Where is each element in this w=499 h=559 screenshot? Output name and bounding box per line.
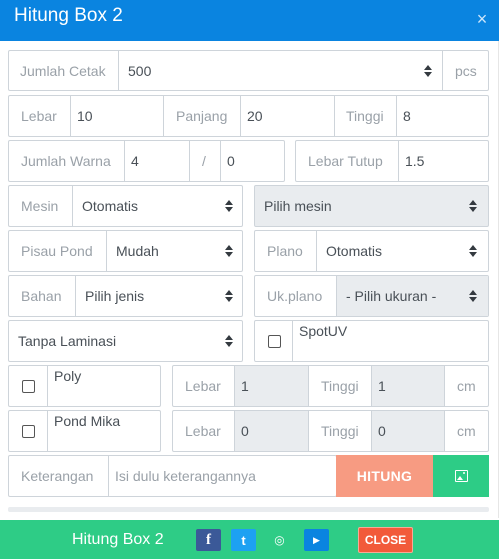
footer-title: Hitung Box 2: [72, 531, 164, 548]
dimension-group: Lebar 10 Panjang 20 Tinggi 8: [8, 95, 489, 137]
spotuv-checkbox[interactable]: [268, 335, 281, 348]
tinggi-label: Tinggi: [346, 108, 384, 124]
pilih-mesin-select[interactable]: Pilih mesin: [254, 185, 489, 227]
plano-select[interactable]: Otomatis: [326, 231, 382, 271]
poly-lebar-input[interactable]: 1: [241, 366, 249, 406]
modal-header: Hitung Box 2 ×: [0, 0, 499, 41]
close-button[interactable]: CLOSE: [358, 527, 413, 553]
poly-unit: cm: [457, 378, 476, 394]
lebar-label: Lebar: [21, 108, 57, 124]
bahan-group: Bahan Pilih jenis: [8, 275, 243, 317]
pond-mika-lebar-input[interactable]: 0: [241, 411, 249, 451]
lebar-tutup-group: Lebar Tutup 1.5: [295, 140, 489, 182]
pond-mika-tinggi-input[interactable]: 0: [378, 411, 386, 451]
tinggi-input[interactable]: 8: [403, 96, 411, 136]
pond-mika-checkbox[interactable]: [22, 425, 35, 438]
select-caret-icon: [469, 245, 477, 257]
spotuv-label: SpotUV: [299, 323, 348, 339]
laminasi-select[interactable]: Tanpa Laminasi: [8, 320, 243, 362]
plano-label: Plano: [267, 243, 303, 259]
pond-mika-size-group: Lebar 0 Tinggi 0 cm: [172, 410, 489, 452]
select-caret-icon: [225, 290, 233, 302]
spotuv-group: SpotUV: [254, 320, 489, 362]
keterangan-group: Keterangan Isi dulu keterangannya: [8, 455, 337, 497]
mesin-select[interactable]: Otomatis: [82, 186, 138, 226]
jumlah-cetak-select[interactable]: 500: [128, 51, 151, 90]
select-caret-icon: [469, 290, 477, 302]
poly-size-group: Lebar 1 Tinggi 1 cm: [172, 365, 489, 407]
laminasi-value: Tanpa Laminasi: [18, 333, 117, 349]
select-caret-icon: [469, 200, 477, 212]
pisau-pond-label: Pisau Pond: [21, 243, 93, 259]
panjang-input[interactable]: 20: [247, 96, 263, 136]
pond-mika-unit: cm: [457, 423, 476, 439]
mesin-label: Mesin: [21, 198, 59, 214]
plano-group: Plano Otomatis: [254, 230, 489, 272]
jumlah-cetak-unit: pcs: [455, 62, 477, 79]
select-caret-icon: [225, 335, 233, 347]
close-icon[interactable]: ×: [475, 10, 489, 28]
bahan-label: Bahan: [21, 288, 62, 304]
poly-tinggi-label: Tinggi: [321, 378, 359, 394]
jumlah-warna-input-2[interactable]: 0: [227, 141, 235, 181]
panjang-label: Panjang: [176, 108, 228, 124]
jumlah-warna-label: Jumlah Warna: [21, 153, 111, 169]
poly-lebar-label: Lebar: [185, 378, 221, 394]
lebar-input[interactable]: 10: [77, 96, 93, 136]
pond-mika-label: Pond Mika: [54, 413, 121, 429]
mesin-group: Mesin Otomatis: [8, 185, 243, 227]
select-caret-icon: [424, 64, 432, 77]
select-caret-icon: [225, 200, 233, 212]
uk-plano-label: Uk.plano: [267, 288, 323, 304]
lebar-tutup-input[interactable]: 1.5: [405, 141, 424, 181]
jumlah-warna-input-1[interactable]: 4: [131, 141, 139, 181]
pond-mika-group: Pond Mika: [8, 410, 161, 452]
bahan-select[interactable]: Pilih jenis: [85, 276, 144, 316]
poly-tinggi-input[interactable]: 1: [378, 366, 386, 406]
poly-label: Poly: [54, 368, 82, 384]
image-button[interactable]: [433, 455, 489, 497]
jumlah-cetak-label: Jumlah Cetak: [20, 62, 106, 79]
horizontal-scrollbar[interactable]: [8, 507, 489, 512]
facebook-icon[interactable]: f: [196, 529, 221, 551]
jumlah-warna-group: Jumlah Warna 4 / 0: [8, 140, 285, 182]
modal-footer: Hitung Box 2 f t ◎ ▶ CLOSE: [0, 520, 499, 559]
youtube-icon[interactable]: ▶: [304, 529, 329, 551]
hitung-button[interactable]: HITUNG: [336, 455, 433, 497]
select-caret-icon: [225, 245, 233, 257]
keterangan-input[interactable]: Isi dulu keterangannya: [115, 456, 256, 496]
image-icon: [454, 470, 468, 482]
pilih-mesin-value: Pilih mesin: [264, 198, 332, 214]
pond-mika-tinggi-label: Tinggi: [321, 423, 359, 439]
jumlah-cetak-group: Jumlah Cetak 500 pcs: [8, 50, 489, 91]
instagram-icon[interactable]: ◎: [267, 529, 292, 551]
poly-checkbox[interactable]: [22, 380, 35, 393]
lebar-tutup-label: Lebar Tutup: [308, 153, 383, 169]
twitter-icon[interactable]: t: [231, 529, 256, 551]
keterangan-label: Keterangan: [21, 468, 94, 484]
uk-plano-select[interactable]: - Pilih ukuran -: [346, 276, 436, 316]
modal-title: Hitung Box 2: [14, 5, 123, 26]
pisau-pond-group: Pisau Pond Mudah: [8, 230, 243, 272]
pond-mika-lebar-label: Lebar: [185, 423, 221, 439]
jumlah-warna-separator: /: [202, 153, 206, 169]
pisau-pond-select[interactable]: Mudah: [116, 231, 159, 271]
uk-plano-group: Uk.plano - Pilih ukuran -: [254, 275, 489, 317]
